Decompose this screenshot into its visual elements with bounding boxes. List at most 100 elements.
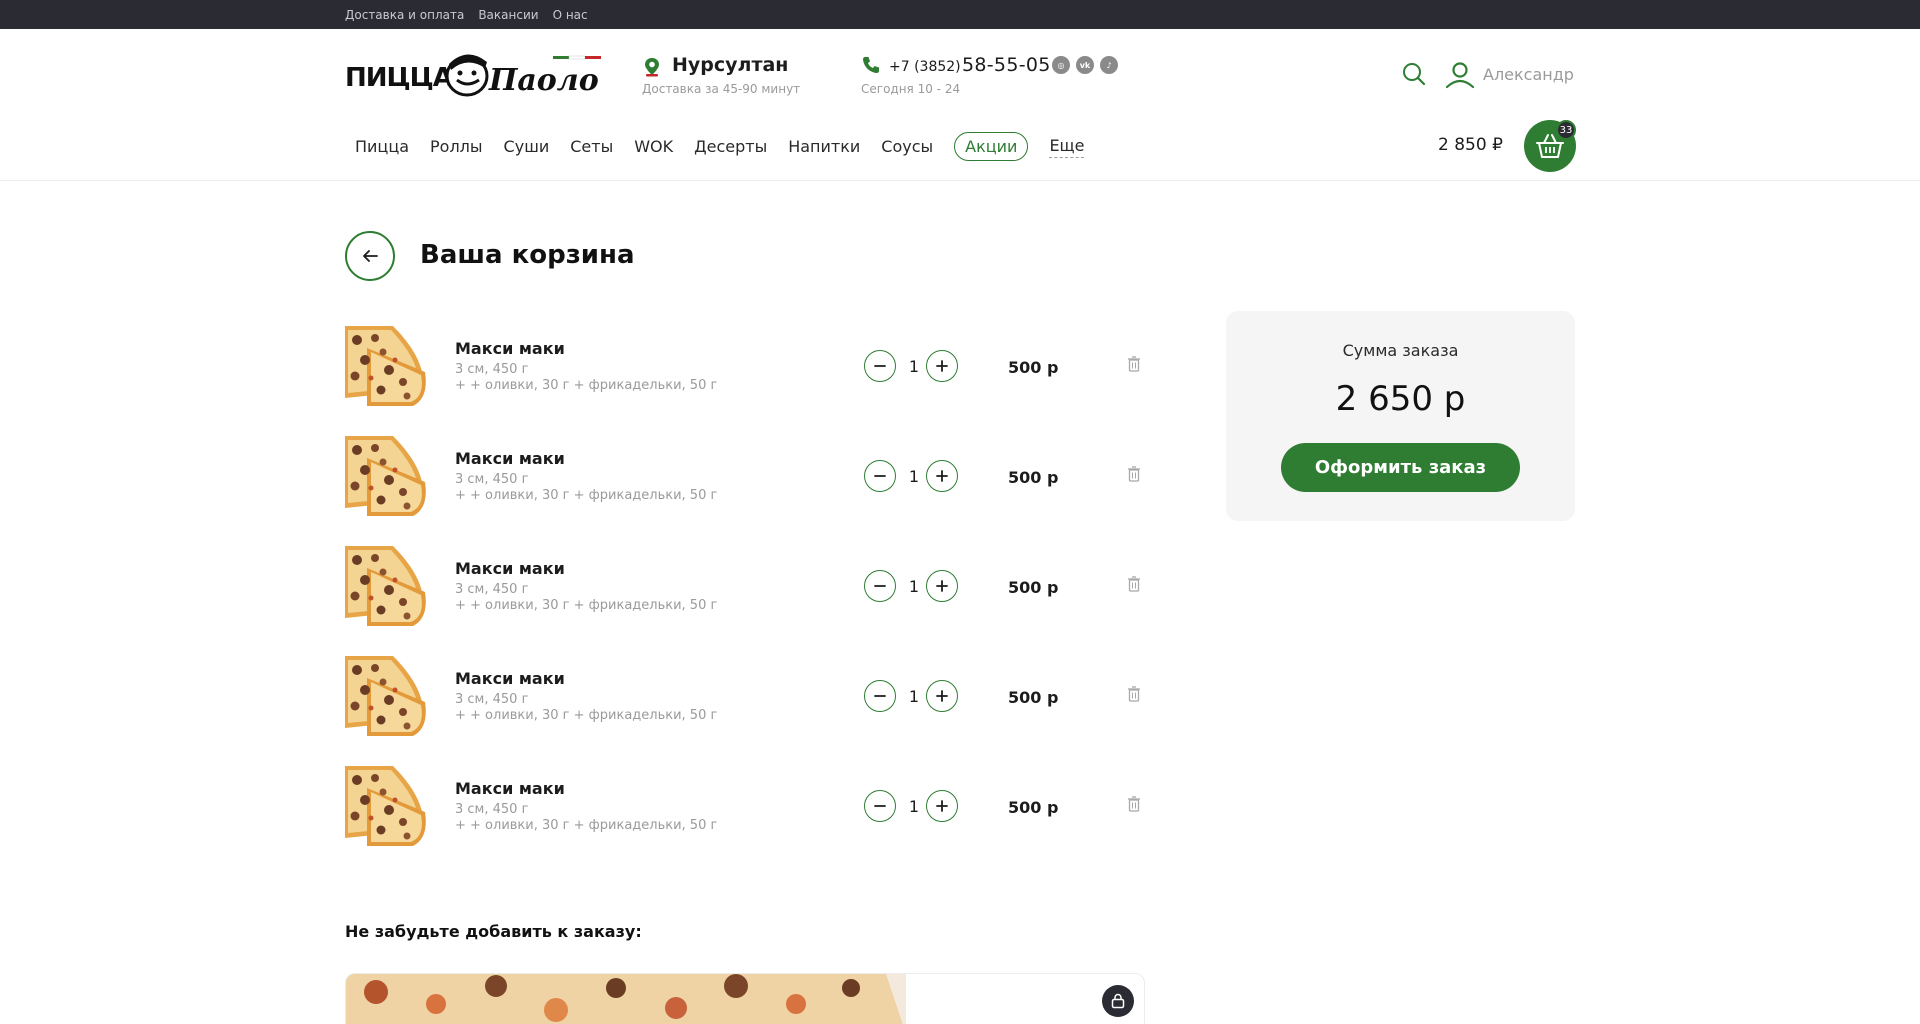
- plus-icon: [936, 690, 948, 702]
- upsell-add-button[interactable]: [1102, 985, 1134, 1017]
- arrow-left-icon: [363, 250, 378, 262]
- plus-icon: [936, 360, 948, 372]
- product-name: Макси маки: [455, 559, 565, 578]
- logo-text-pizza: ПИЦЦА: [345, 63, 453, 93]
- nav-item-desserts[interactable]: Десерты: [694, 137, 767, 156]
- quantity-value: 1: [908, 687, 920, 706]
- quantity-value: 1: [908, 467, 920, 486]
- product-name: Макси маки: [455, 339, 565, 358]
- product-extras: + + оливки, 30 г + фрикадельки, 50 г: [455, 708, 718, 723]
- increase-quantity-button[interactable]: [926, 570, 958, 602]
- location-pin-icon: [645, 58, 659, 77]
- increase-quantity-button[interactable]: [926, 350, 958, 382]
- category-nav: Пицца Роллы Суши Сеты WOK Десерты Напитк…: [355, 132, 1105, 161]
- phone-number[interactable]: 58-55-05: [962, 54, 1051, 76]
- phone-icon: [863, 57, 879, 73]
- increase-quantity-button[interactable]: [926, 460, 958, 492]
- social-links: ◎ vk ♪: [1052, 56, 1118, 74]
- trash-icon[interactable]: [1127, 686, 1141, 702]
- cart-item-row: Макси маки 3 см, 450 г + + оливки, 30 г …: [345, 320, 1145, 430]
- order-summary: Сумма заказа 2 650 р Оформить заказ: [1226, 311, 1575, 521]
- top-bar: Доставка и оплата Вакансии О нас: [0, 0, 1920, 29]
- product-name: Макси маки: [455, 669, 565, 688]
- trash-icon[interactable]: [1127, 356, 1141, 372]
- delivery-time: Доставка за 45-90 минут: [642, 82, 801, 96]
- plus-icon: [936, 470, 948, 482]
- plus-icon: [936, 800, 948, 812]
- logo[interactable]: ПИЦЦА Паоло: [345, 48, 605, 100]
- phone-prefix: +7 (3852): [889, 59, 961, 75]
- product-extras: + + оливки, 30 г + фрикадельки, 50 г: [455, 818, 718, 833]
- user-icon[interactable]: [1445, 61, 1475, 89]
- product-size: 3 см, 450 г: [455, 362, 529, 377]
- trash-icon[interactable]: [1127, 466, 1141, 482]
- product-extras: + + оливки, 30 г + фрикадельки, 50 г: [455, 488, 718, 503]
- cart-item-row: Макси маки 3 см, 450 г + + оливки, 30 г …: [345, 650, 1145, 760]
- minus-icon: [874, 475, 886, 477]
- product-image: [345, 656, 426, 736]
- search-icon[interactable]: [1402, 62, 1426, 86]
- cart-items-list: Макси маки 3 см, 450 г + + оливки, 30 г …: [345, 320, 1145, 870]
- upsell-product-card[interactable]: [345, 973, 1145, 1024]
- trash-icon[interactable]: [1127, 576, 1141, 592]
- quantity-value: 1: [908, 577, 920, 596]
- cart-item-row: Макси маки 3 см, 450 г + + оливки, 30 г …: [345, 760, 1145, 870]
- tiktok-icon[interactable]: ♪: [1100, 56, 1118, 74]
- upsell-product-image: [346, 974, 1144, 1024]
- nav-item-rolls[interactable]: Роллы: [430, 137, 483, 156]
- cart-count-badge: 33: [1556, 120, 1576, 140]
- nav-item-sauces[interactable]: Соусы: [881, 137, 933, 156]
- top-link-delivery[interactable]: Доставка и оплата: [345, 8, 464, 22]
- trash-icon[interactable]: [1127, 796, 1141, 812]
- user-name[interactable]: Александр: [1483, 65, 1574, 84]
- product-image: [345, 546, 426, 626]
- plus-icon: [936, 580, 948, 592]
- minus-icon: [874, 585, 886, 587]
- product-size: 3 см, 450 г: [455, 582, 529, 597]
- top-link-about[interactable]: О нас: [553, 8, 588, 22]
- decrease-quantity-button[interactable]: [864, 460, 896, 492]
- nav-item-sushi[interactable]: Суши: [504, 137, 550, 156]
- header-divider: [0, 180, 1920, 181]
- logo-text-paolo: Паоло: [488, 63, 599, 98]
- product-size: 3 см, 450 г: [455, 472, 529, 487]
- vk-icon[interactable]: vk: [1076, 56, 1094, 74]
- back-button[interactable]: [345, 231, 395, 281]
- decrease-quantity-button[interactable]: [864, 790, 896, 822]
- working-hours: Сегодня 10 - 24: [861, 82, 961, 96]
- instagram-icon[interactable]: ◎: [1052, 56, 1070, 74]
- decrease-quantity-button[interactable]: [864, 680, 896, 712]
- minus-icon: [874, 695, 886, 697]
- cart-item-row: Макси маки 3 см, 450 г + + оливки, 30 г …: [345, 430, 1145, 540]
- product-image: [345, 326, 426, 406]
- product-price: 500 р: [1008, 798, 1059, 817]
- product-price: 500 р: [1008, 578, 1059, 597]
- product-size: 3 см, 450 г: [455, 802, 529, 817]
- product-price: 500 р: [1008, 468, 1059, 487]
- city-selector[interactable]: Нурсултан: [672, 54, 788, 76]
- nav-item-sets[interactable]: Сеты: [570, 137, 613, 156]
- decrease-quantity-button[interactable]: [864, 570, 896, 602]
- decrease-quantity-button[interactable]: [864, 350, 896, 382]
- upsell-title: Не забудьте добавить к заказу:: [345, 922, 642, 941]
- nav-item-pizza[interactable]: Пицца: [355, 137, 409, 156]
- top-link-vacancies[interactable]: Вакансии: [478, 8, 538, 22]
- page-title: Ваша корзина: [420, 240, 635, 270]
- product-extras: + + оливки, 30 г + фрикадельки, 50 г: [455, 378, 718, 393]
- product-price: 500 р: [1008, 358, 1059, 377]
- summary-label: Сумма заказа: [1342, 341, 1459, 360]
- top-links: Доставка и оплата Вакансии О нас: [345, 0, 588, 29]
- product-image: [345, 766, 426, 846]
- minus-icon: [874, 365, 886, 367]
- checkout-button[interactable]: Оформить заказ: [1281, 443, 1520, 492]
- nav-item-drinks[interactable]: Напитки: [788, 137, 860, 156]
- product-name: Макси маки: [455, 779, 565, 798]
- nav-item-wok[interactable]: WOK: [634, 137, 673, 156]
- product-extras: + + оливки, 30 г + фрикадельки, 50 г: [455, 598, 718, 613]
- increase-quantity-button[interactable]: [926, 790, 958, 822]
- nav-item-promo[interactable]: Акции: [954, 132, 1029, 161]
- increase-quantity-button[interactable]: [926, 680, 958, 712]
- cart-item-row: Макси маки 3 см, 450 г + + оливки, 30 г …: [345, 540, 1145, 650]
- quantity-value: 1: [908, 797, 920, 816]
- nav-item-more[interactable]: Еще: [1049, 136, 1085, 158]
